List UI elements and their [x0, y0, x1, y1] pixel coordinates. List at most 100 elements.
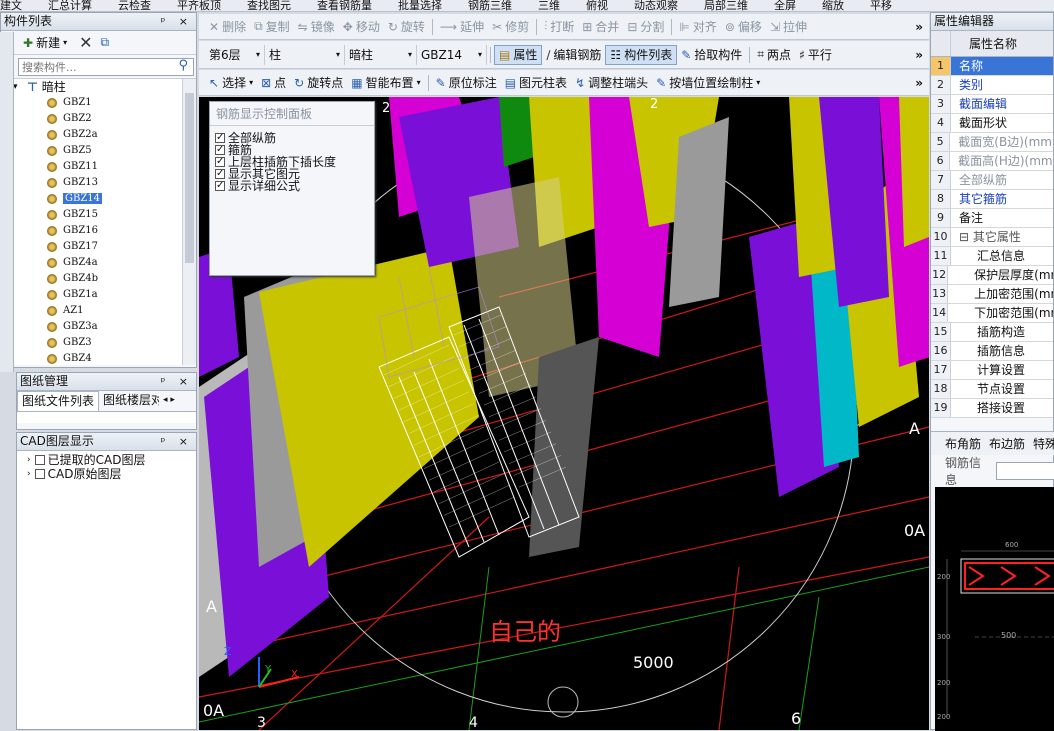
property-row[interactable]: 14 下加密范围(mm): [931, 304, 1053, 323]
tree-item[interactable]: GBZ13: [1, 175, 196, 191]
tree-item[interactable]: GBZ16: [1, 223, 196, 239]
checkbox-icon[interactable]: [215, 156, 225, 168]
component-select[interactable]: GBZ14 ▾: [417, 44, 487, 65]
ribbon-item[interactable]: 汇总计算: [48, 0, 92, 11]
property-row[interactable]: 12 保护层厚度(mm): [931, 266, 1053, 285]
panel-controls[interactable]: ᵖ ×: [161, 373, 193, 390]
property-row[interactable]: 1 名称: [931, 57, 1053, 76]
toolbar-button[interactable]: ✎ 原位标注: [432, 73, 501, 93]
overflow-icon[interactable]: »: [915, 20, 923, 34]
overflow-icon[interactable]: »: [915, 76, 923, 90]
collapse-icon[interactable]: ⊟: [959, 230, 973, 244]
search-input[interactable]: [18, 58, 194, 76]
tree-item[interactable]: GBZ11: [1, 159, 196, 175]
property-row[interactable]: 10 ⊟ 其它属性: [931, 228, 1053, 247]
property-row[interactable]: 6 截面高(H边)(mm): [931, 152, 1053, 171]
tree-item[interactable]: GBZ4: [1, 351, 196, 365]
property-row[interactable]: 7 全部纵筋: [931, 171, 1053, 190]
toolbar-button[interactable]: ⫶ 打断: [540, 17, 578, 37]
property-row[interactable]: 16 插筋信息: [931, 342, 1053, 361]
property-row[interactable]: 4 截面形状: [931, 114, 1053, 133]
checkbox-icon[interactable]: [215, 180, 225, 192]
checkbox-icon[interactable]: [215, 168, 225, 180]
toolbar-button[interactable]: ✕ 删除: [205, 17, 250, 37]
toolbar-button[interactable]: ⇲ 拉伸: [766, 17, 811, 37]
tree-item[interactable]: GBZ1: [1, 95, 196, 111]
search-icon[interactable]: ⚲: [178, 58, 188, 73]
new-button[interactable]: ✚ 新建 ▾: [19, 33, 71, 53]
checkbox-icon[interactable]: [215, 132, 225, 144]
ribbon-item[interactable]: 三维: [538, 0, 560, 11]
type-select[interactable]: 柱 ▾: [265, 44, 345, 65]
toolbar-button[interactable]: ▦ 智能布置 ▾: [347, 73, 424, 93]
tree-item[interactable]: GBZ3a: [1, 319, 196, 335]
tree-item[interactable]: GBZ5: [1, 143, 196, 159]
toolbar-button[interactable]: ⇋ 镜像: [294, 17, 339, 37]
ribbon-item[interactable]: 平移: [870, 0, 892, 11]
checkbox-icon[interactable]: [34, 469, 45, 479]
property-row[interactable]: 11 汇总信息: [931, 247, 1053, 266]
checkbox-icon[interactable]: [215, 144, 225, 156]
expand-icon[interactable]: ›: [27, 468, 31, 480]
tree-category[interactable]: ▾ ⊤ 暗柱: [1, 79, 196, 95]
overflow-icon[interactable]: »: [915, 48, 923, 62]
tree-item[interactable]: GBZ2a: [1, 127, 196, 143]
property-row[interactable]: 3 截面编辑: [931, 95, 1053, 114]
copy-icon[interactable]: ⧉: [101, 35, 110, 50]
toolbar-button[interactable]: ⊫ 对齐: [675, 17, 720, 37]
delete-icon[interactable]: ✕: [79, 33, 92, 52]
toolbar-button[interactable]: ✥ 移动: [339, 17, 384, 37]
toolbar-button[interactable]: ↖ 选择 ▾: [205, 73, 257, 93]
ribbon-item[interactable]: 全屏: [774, 0, 796, 11]
tree-item[interactable]: GBZ3: [1, 335, 196, 351]
edit-rebar-button[interactable]: ∕ 编辑钢筋: [542, 45, 605, 65]
property-row[interactable]: 13 上加密范围(mm): [931, 285, 1053, 304]
ribbon-item[interactable]: 查看钢筋量: [317, 0, 372, 11]
cad-layer-item[interactable]: › CAD原始图层: [17, 467, 196, 481]
ribbon-item[interactable]: 钢筋三维: [468, 0, 512, 11]
ribbon-item[interactable]: 局部三维: [704, 0, 748, 11]
rebar-tab[interactable]: 布角筋: [945, 435, 981, 452]
rebar-option[interactable]: 显示详细公式: [215, 180, 374, 192]
toolbar-button[interactable]: ⟶ 延伸: [436, 17, 488, 37]
tab-drawing-files[interactable]: 图纸文件列表: [17, 391, 100, 411]
toolbar-button[interactable]: ↻ 旋转点: [290, 73, 347, 93]
section-preview[interactable]: 600 200 300 200 500 200: [935, 487, 1054, 731]
panel-controls[interactable]: ᵖ ×: [161, 433, 193, 450]
tree-item[interactable]: GBZ1a: [1, 287, 196, 303]
rebar-tab[interactable]: 特殊: [1033, 435, 1054, 452]
properties-button[interactable]: ▤ 属性: [494, 44, 543, 65]
parallel-button[interactable]: ♯ 平行: [795, 45, 836, 65]
rebar-tab[interactable]: 布边筋: [989, 435, 1025, 452]
toolbar-button[interactable]: ↻ 旋转: [384, 17, 429, 37]
rebar-info-input[interactable]: [996, 462, 1054, 480]
toolbar-button[interactable]: ⊟ 分割: [623, 17, 668, 37]
property-row[interactable]: 5 截面宽(B边)(mm): [931, 133, 1053, 152]
ribbon-item[interactable]: 批量选择: [398, 0, 442, 11]
tree-item[interactable]: GBZ4b: [1, 271, 196, 287]
toolbar-button[interactable]: ⊞ 合并: [578, 17, 623, 37]
panel-controls[interactable]: ᵖ ×: [161, 13, 193, 30]
subtype-select[interactable]: 暗柱 ▾: [345, 44, 417, 65]
ribbon-item[interactable]: 查找图元: [247, 0, 291, 11]
property-row[interactable]: 9 备注: [931, 209, 1053, 228]
tree-item[interactable]: GBZ4a: [1, 255, 196, 271]
floor-select[interactable]: 第6层 ▾: [205, 44, 265, 65]
ribbon-item[interactable]: 平齐板顶: [177, 0, 221, 11]
property-row[interactable]: 2 类别: [931, 76, 1053, 95]
property-row[interactable]: 15 插筋构造: [931, 323, 1053, 342]
property-row[interactable]: 19 搭接设置: [931, 399, 1053, 418]
property-row[interactable]: 18 节点设置: [931, 380, 1053, 399]
tab-scroll-arrows[interactable]: ◂ ▸: [159, 391, 175, 411]
component-list-button[interactable]: ☷ 构件列表: [605, 44, 678, 65]
tree-item[interactable]: GBZ17: [1, 239, 196, 255]
ribbon-item[interactable]: 俯视: [586, 0, 608, 11]
toolbar-button[interactable]: ⊠ 点: [257, 73, 290, 93]
pick-component-button[interactable]: ✎ 拾取构件: [677, 45, 746, 65]
tree-scrollbar[interactable]: [182, 79, 196, 365]
property-row[interactable]: 17 计算设置: [931, 361, 1053, 380]
cad-layer-item[interactable]: › 已提取的CAD图层: [17, 453, 196, 467]
ribbon-item[interactable]: 云检查: [118, 0, 151, 11]
toolbar-button[interactable]: ▤ 图元柱表: [501, 73, 571, 93]
tree-item[interactable]: GBZ15: [1, 207, 196, 223]
